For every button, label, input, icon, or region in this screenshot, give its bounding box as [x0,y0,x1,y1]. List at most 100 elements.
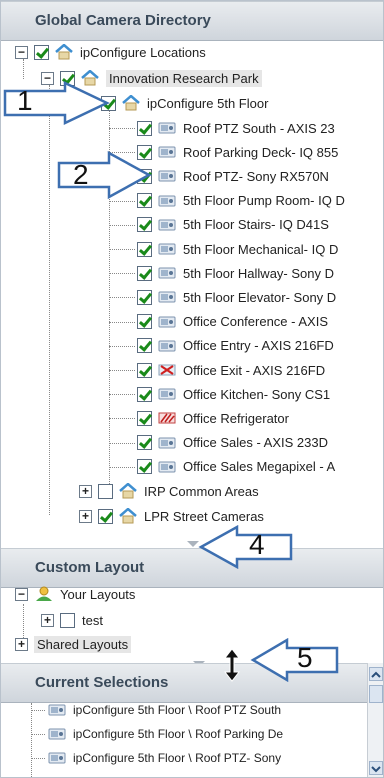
camera-error-icon [158,364,176,376]
selections-scrollbar[interactable] [367,663,383,777]
camera-item[interactable]: 5th Floor Hallway- Sony D [137,262,334,284]
callout-number-5: 5 [297,642,313,673]
root-checkbox[interactable] [34,44,49,60]
camera-label: 5th Floor Pump Room- IQ D [183,193,345,209]
camera-item[interactable]: Office Exit - AXIS 216FD [137,359,325,381]
callout-arrow-4 [198,525,293,569]
camera-item[interactable]: Roof Parking Deck- IQ 855 [137,141,338,163]
camera-checkbox[interactable] [137,241,152,257]
camera-checkbox[interactable] [137,362,152,378]
camera-icon [158,122,176,134]
camera-label: Office Refrigerator [183,410,289,426]
group-checkbox[interactable] [98,508,113,524]
layout-checkbox[interactable] [60,612,75,628]
camera-icon [158,316,176,328]
scroll-up-button[interactable] [369,667,383,681]
collapse-icon[interactable]: − [15,45,28,59]
camera-checkbox[interactable] [137,410,152,426]
site-label: Innovation Research Park [106,69,262,87]
tree-line [49,85,50,515]
current-selections-title: Current Selections [35,674,169,691]
camera-checkbox[interactable] [137,289,152,305]
tree-line [109,249,135,250]
camera-item[interactable]: Office Entry - AXIS 216FD [137,335,334,357]
tree-line [31,734,45,735]
camera-label: Office Sales Megapixel - A [183,459,336,475]
chevron-down-icon [371,766,381,773]
camera-label: Office Kitchen- Sony CS1 [183,386,331,402]
tree-line [109,345,135,347]
home-icon [119,483,137,499]
camera-label: 5th Floor Mechanical- IQ D [183,241,339,257]
camera-label: Office Conference - AXIS [183,314,328,330]
camera-item[interactable]: Office Conference - AXIS [137,311,328,333]
user-icon [36,586,52,601]
expand-icon[interactable]: + [41,613,54,627]
expand-icon[interactable]: + [79,484,92,498]
tree-line [109,273,135,275]
collapse-icon[interactable]: − [15,587,28,601]
camera-item[interactable]: Office Kitchen- Sony CS1 [137,383,330,405]
camera-checkbox[interactable] [137,386,152,402]
camera-icon [158,340,176,352]
home-icon [55,44,73,60]
tree-node-group[interactable]: + LPR Street Cameras [79,505,264,527]
camera-checkbox[interactable] [137,217,152,233]
camera-item[interactable]: Office Refrigerator [137,407,289,429]
camera-label: 5th Floor Hallway- Sony D [183,265,334,281]
camera-label: 5th Floor Elevator- Sony D [183,289,337,305]
group-checkbox[interactable] [98,483,113,499]
tree-node-root[interactable]: − ipConfigure Locations [15,41,206,63]
camera-checkbox[interactable] [137,435,152,451]
camera-icon [158,388,176,400]
custom-layout-header[interactable]: Custom Layout [1,548,383,588]
camera-icon [158,461,176,473]
selection-item[interactable]: ipConfigure 5th Floor \ Roof PTZ South [47,699,281,721]
directory-title: Global Camera Directory [35,12,211,29]
tree-node-floor[interactable]: ipConfigure 5th Floor [101,92,268,114]
camera-item[interactable]: Roof PTZ South - AXIS 23 [137,117,335,139]
camera-icon [158,146,176,158]
camera-icon [158,195,176,207]
tree-node-your-layouts[interactable]: − Your Layouts [15,583,135,605]
scroll-down-button[interactable] [369,761,383,775]
scroll-thumb[interactable] [369,685,383,703]
camera-checkbox[interactable] [137,338,152,354]
camera-item[interactable]: Office Sales Megapixel - A [137,456,335,478]
resize-cursor-icon [223,648,241,682]
callout-arrow-2 [57,151,152,200]
selection-label: ipConfigure 5th Floor \ Roof Parking De [73,727,284,741]
your-layouts-label: Your Layouts [60,586,136,602]
camera-icon [158,170,176,182]
camera-label: Roof PTZ- Sony RX570N [183,168,329,184]
camera-icon [48,752,66,764]
camera-item[interactable]: Roof PTZ- Sony RX570N [137,165,329,187]
selection-item[interactable]: ipConfigure 5th Floor \ Roof PTZ- Sony [47,747,281,769]
directory-header[interactable]: Global Camera Directory [1,1,383,41]
camera-item[interactable]: 5th Floor Pump Room- IQ D [137,190,345,212]
camera-icon [158,243,176,255]
camera-item[interactable]: 5th Floor Stairs- IQ D41S [137,214,329,236]
camera-item[interactable]: Office Sales - AXIS 233D [137,432,328,454]
camera-checkbox[interactable] [137,265,152,281]
camera-panel: Global Camera Directory − ipConfigure Lo… [0,0,384,778]
selection-item[interactable]: ipConfigure 5th Floor \ Roof Parking De [47,723,283,745]
camera-checkbox[interactable] [137,459,152,475]
camera-item[interactable]: 5th Floor Mechanical- IQ D [137,238,338,260]
tree-node-shared[interactable]: + Shared Layouts [15,633,132,655]
camera-checkbox[interactable] [137,120,152,136]
group-label: IRP Common Areas [144,483,259,499]
floor-label: ipConfigure 5th Floor [147,95,269,111]
camera-item[interactable]: 5th Floor Elevator- Sony D [137,286,336,308]
camera-checkbox[interactable] [137,314,152,330]
tree-node-layout[interactable]: + test [41,609,103,631]
camera-label: Office Exit - AXIS 216FD [183,362,326,378]
expand-icon[interactable]: + [15,637,28,651]
tree-node-group[interactable]: + IRP Common Areas [79,480,259,502]
tree-line [109,394,135,396]
layout-label: test [82,612,103,628]
camera-icon [158,437,176,449]
expand-icon[interactable]: + [79,509,92,523]
camera-label: Office Sales - AXIS 233D [183,435,328,451]
group-label: LPR Street Cameras [144,508,264,524]
